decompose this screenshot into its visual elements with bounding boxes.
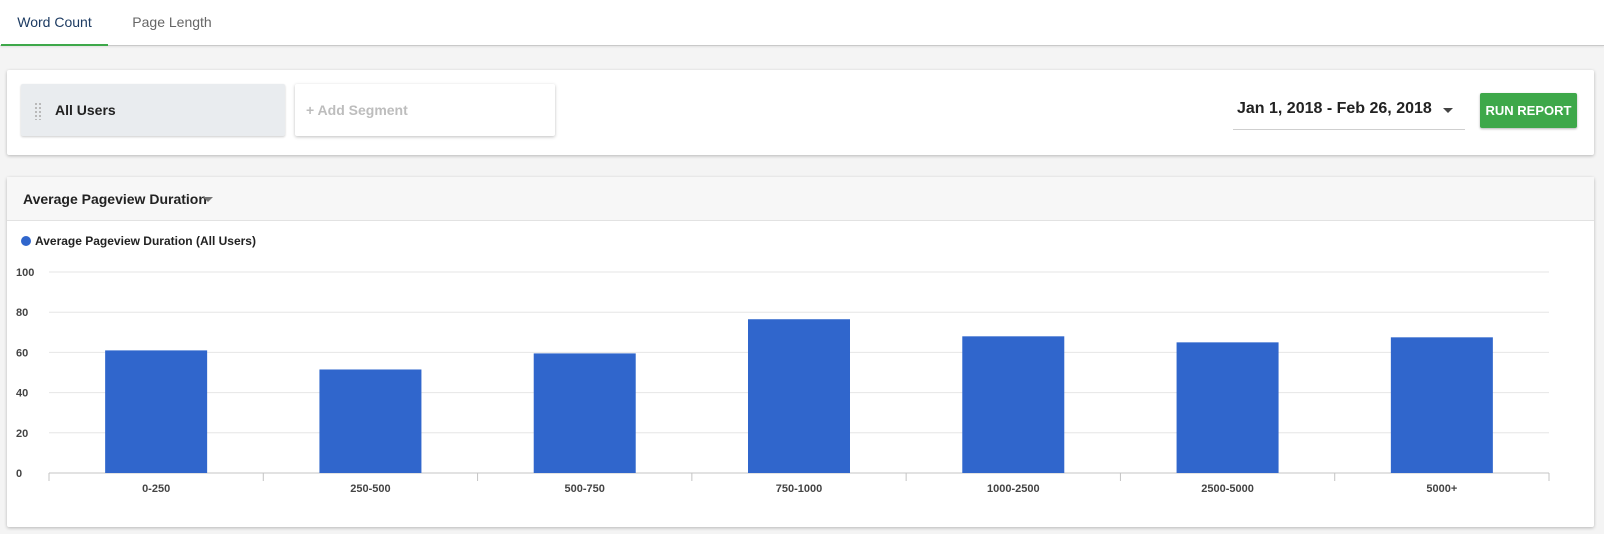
x-tick-label: 750-1000 bbox=[776, 483, 823, 495]
bar bbox=[105, 350, 208, 473]
tab-page-length[interactable]: Page Length bbox=[116, 0, 228, 46]
segment-chip-all-users[interactable]: All Users bbox=[21, 84, 285, 136]
date-range-picker[interactable]: Jan 1, 2018 - Feb 26, 2018 bbox=[1233, 94, 1465, 130]
x-tick-label: 1000-2500 bbox=[987, 483, 1040, 495]
y-tick-label: 100 bbox=[16, 267, 34, 279]
bar bbox=[319, 369, 422, 473]
bar-chart: 0 20 40 60 80 100 0-250 250-500 500-750 750-1000 1… bbox=[16, 267, 1550, 495]
y-tick-label: 0 bbox=[16, 468, 22, 480]
x-tick-label: 0-250 bbox=[142, 483, 170, 495]
bar bbox=[748, 319, 850, 473]
x-tick-label: 250-500 bbox=[350, 483, 390, 495]
bar bbox=[1390, 337, 1493, 473]
run-report-button[interactable]: RUN REPORT bbox=[1480, 93, 1577, 128]
x-tick-label: 500-750 bbox=[565, 483, 605, 495]
date-range-text: Jan 1, 2018 - Feb 26, 2018 bbox=[1237, 100, 1432, 117]
report-tabs: Word Count Page Length bbox=[0, 0, 1604, 46]
x-tick-label: 5000+ bbox=[1426, 483, 1457, 495]
add-segment-button[interactable]: + Add Segment bbox=[295, 84, 555, 136]
caret-down-icon bbox=[1443, 108, 1453, 113]
bar bbox=[533, 353, 636, 473]
drag-handle-icon[interactable] bbox=[34, 102, 42, 120]
add-segment-label: + Add Segment bbox=[306, 102, 408, 118]
chart-card: Average Pageview Duration Average Pagevi… bbox=[7, 177, 1594, 527]
segment-label: All Users bbox=[55, 102, 116, 118]
segment-bar: All Users + Add Segment Jan 1, 2018 - Fe… bbox=[7, 70, 1594, 155]
bar bbox=[962, 336, 1065, 473]
y-tick-label: 40 bbox=[16, 388, 28, 400]
x-tick-label: 2500-5000 bbox=[1201, 483, 1254, 495]
tab-word-count[interactable]: Word Count bbox=[1, 0, 108, 46]
y-tick-label: 80 bbox=[16, 307, 28, 319]
y-tick-label: 20 bbox=[16, 428, 28, 440]
bar bbox=[1176, 342, 1279, 473]
y-tick-label: 60 bbox=[16, 347, 28, 359]
